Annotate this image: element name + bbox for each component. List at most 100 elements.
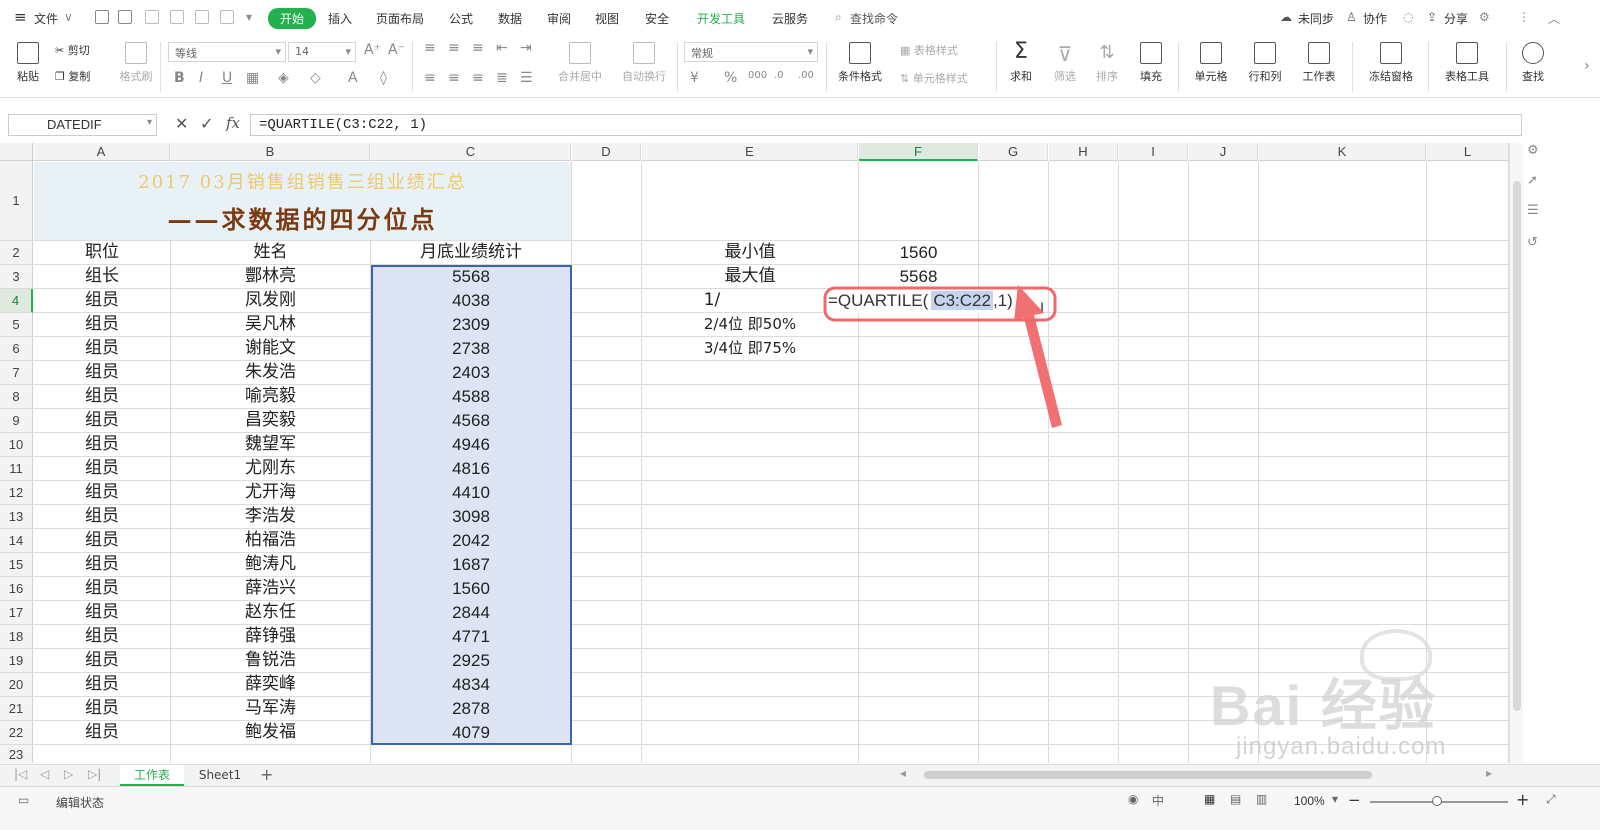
fill-color-icon[interactable]: ◈: [278, 70, 289, 86]
cell-position[interactable]: 组员: [34, 433, 170, 456]
cell-position[interactable]: 组长: [34, 265, 170, 288]
sync-status[interactable]: 未同步: [1298, 10, 1334, 27]
row-header-23[interactable]: 23: [0, 745, 33, 763]
share-button[interactable]: 分享: [1444, 10, 1468, 27]
cell-position[interactable]: 组员: [34, 601, 170, 624]
currency-icon[interactable]: ¥: [690, 70, 699, 86]
row-header-16[interactable]: 16: [0, 577, 33, 601]
select-all-corner[interactable]: [0, 143, 33, 161]
header-position[interactable]: 职位: [34, 241, 170, 264]
tab-data[interactable]: 数据: [498, 10, 522, 27]
zoom-out-icon[interactable]: −: [1348, 791, 1361, 809]
tab-page-layout[interactable]: 页面布局: [376, 10, 424, 27]
format-painter-button[interactable]: 格式刷: [118, 42, 154, 84]
font-shrink-icon[interactable]: A⁻: [388, 42, 405, 58]
side-settings-icon[interactable]: ⚙: [1527, 143, 1539, 158]
align-middle-icon[interactable]: ≡: [448, 40, 460, 56]
cell-style-button[interactable]: ⇅ 单元格样式: [900, 70, 968, 86]
number-format-select[interactable]: 常规: [684, 42, 818, 62]
align-left-icon[interactable]: ≡: [424, 70, 436, 86]
row-header-8[interactable]: 8: [0, 385, 33, 409]
cell-name[interactable]: 谢能文: [171, 337, 370, 360]
cell-sales[interactable]: 4568: [371, 409, 571, 432]
prev-sheet-icon[interactable]: ◁: [40, 767, 49, 781]
tab-cloud[interactable]: 云服务: [772, 10, 808, 27]
print-icon[interactable]: [195, 10, 209, 24]
col-header-k[interactable]: K: [1259, 143, 1426, 161]
cell-sales[interactable]: 4038: [371, 289, 571, 312]
macro-record-icon[interactable]: ▭: [18, 793, 29, 807]
cell-sales[interactable]: 4079: [371, 721, 571, 744]
name-box[interactable]: DATEDIF: [8, 114, 157, 136]
scroll-left-icon[interactable]: ◂: [900, 766, 906, 780]
cell-name[interactable]: 尤刚东: [171, 457, 370, 480]
font-grow-icon[interactable]: A⁺: [364, 42, 381, 58]
cell-position[interactable]: 组员: [34, 529, 170, 552]
row-header-9[interactable]: 9: [0, 409, 33, 433]
cell-sales[interactable]: 2042: [371, 529, 571, 552]
align-bottom-icon[interactable]: ≡: [472, 40, 484, 56]
cell-sales[interactable]: 4410: [371, 481, 571, 504]
tab-developer[interactable]: 开发工具: [697, 10, 745, 27]
col-header-h[interactable]: H: [1049, 143, 1118, 161]
cell-name[interactable]: 昌奕毅: [171, 409, 370, 432]
cell-position[interactable]: 组员: [34, 337, 170, 360]
cut-button[interactable]: ✂ 剪切: [55, 42, 90, 58]
cell-name[interactable]: 李浩发: [171, 505, 370, 528]
normal-view-icon[interactable]: ▦: [1204, 792, 1215, 806]
zoom-level[interactable]: 100%: [1294, 794, 1325, 808]
collab-button[interactable]: 协作: [1363, 10, 1387, 27]
cell-name[interactable]: 喻亮毅: [171, 385, 370, 408]
side-history-icon[interactable]: ↺: [1527, 235, 1538, 250]
confirm-icon[interactable]: ✓: [200, 114, 213, 133]
col-header-j[interactable]: J: [1189, 143, 1258, 161]
chevron-down-icon[interactable]: ∨: [64, 10, 73, 24]
eye-protect-icon[interactable]: ◉: [1128, 792, 1138, 806]
cell-name[interactable]: 薛铮强: [171, 625, 370, 648]
cell-name[interactable]: 赵东任: [171, 601, 370, 624]
cell-position[interactable]: 组员: [34, 697, 170, 720]
cell-position[interactable]: 组员: [34, 385, 170, 408]
cell-name[interactable]: 鲍发福: [171, 721, 370, 744]
border-icon[interactable]: ▦: [246, 70, 259, 86]
comment-icon[interactable]: ◌: [1403, 10, 1413, 24]
page-view-icon[interactable]: ▤: [1230, 792, 1241, 806]
row-header-4[interactable]: 4: [0, 289, 33, 313]
more-icon[interactable]: ⋮: [1518, 10, 1530, 24]
cell-sales[interactable]: 3098: [371, 505, 571, 528]
min-label[interactable]: 最小值: [642, 241, 858, 264]
sum-button[interactable]: Σ 求和: [1004, 41, 1038, 84]
row-header-15[interactable]: 15: [0, 553, 33, 577]
cell-name[interactable]: 魏望军: [171, 433, 370, 456]
cell-sales[interactable]: 1560: [371, 577, 571, 600]
italic-icon[interactable]: I: [199, 70, 203, 86]
col-header-c[interactable]: C: [371, 143, 571, 161]
row-header-19[interactable]: 19: [0, 649, 33, 673]
align-top-icon[interactable]: ≡: [424, 40, 436, 56]
preview-icon[interactable]: [170, 10, 184, 24]
cell-position[interactable]: 组员: [34, 505, 170, 528]
tab-home[interactable]: 开始: [268, 8, 317, 29]
vertical-scrollbar[interactable]: [1509, 143, 1523, 763]
zoom-in-icon[interactable]: +: [1516, 790, 1529, 809]
add-sheet-icon[interactable]: +: [260, 765, 273, 784]
underline-icon[interactable]: U: [222, 70, 232, 86]
cell-sales[interactable]: 4834: [371, 673, 571, 696]
row-header-12[interactable]: 12: [0, 481, 33, 505]
cell-sales[interactable]: 2403: [371, 361, 571, 384]
cell-name[interactable]: 朱发浩: [171, 361, 370, 384]
font-color-icon[interactable]: A: [348, 70, 358, 86]
col-header-e[interactable]: E: [642, 143, 858, 161]
indent-increase-icon[interactable]: ⇥: [520, 40, 532, 56]
align-right-icon[interactable]: ≡: [472, 70, 484, 86]
cell-position[interactable]: 组员: [34, 577, 170, 600]
col-header-i[interactable]: I: [1119, 143, 1188, 161]
table-style-button[interactable]: ▦ 表格样式: [900, 42, 958, 58]
cell-position[interactable]: 组员: [34, 721, 170, 744]
language-icon[interactable]: 中: [1152, 792, 1164, 809]
wrap-button[interactable]: 自动换行: [618, 42, 670, 84]
cell-sales[interactable]: 5568: [371, 265, 571, 288]
row-header-10[interactable]: 10: [0, 433, 33, 457]
tab-review[interactable]: 审阅: [547, 10, 571, 27]
first-sheet-icon[interactable]: |◁: [14, 767, 27, 781]
